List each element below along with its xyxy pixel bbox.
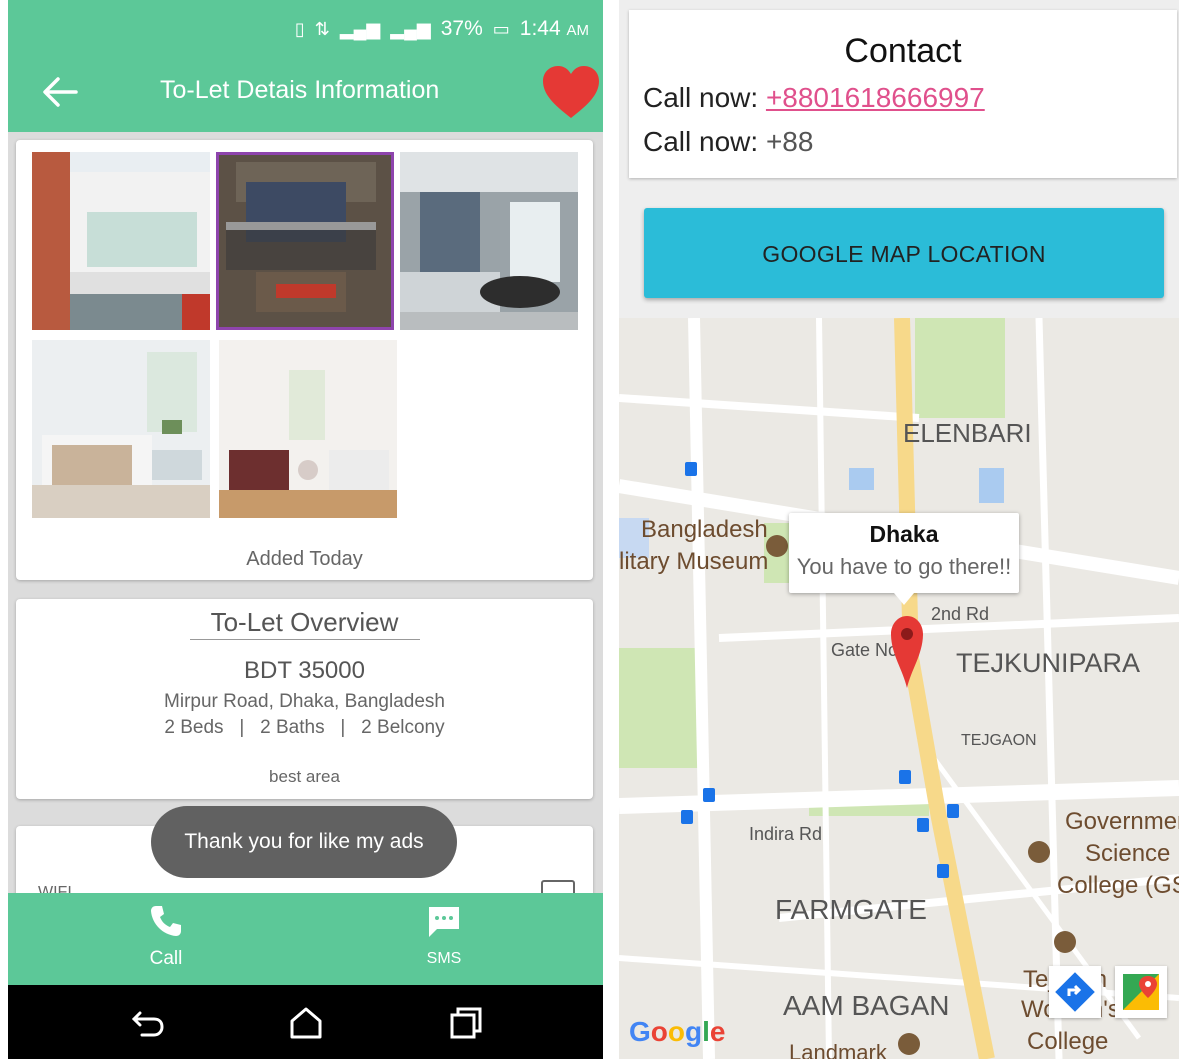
- map-label-tejgaon: TEJGAON: [961, 732, 1037, 749]
- map-label-elenbari: ELENBARI: [903, 418, 1032, 448]
- property-photo-4[interactable]: [32, 340, 210, 518]
- battery-percent: 37%: [440, 17, 483, 40]
- map-label-college-gsc: College (GSC: [1057, 872, 1179, 899]
- call-now-label-1: Call now:: [643, 82, 766, 113]
- open-in-maps-button[interactable]: [1115, 966, 1167, 1018]
- photo-gallery-card: Added Today: [16, 140, 593, 580]
- favorite-heart-icon[interactable]: [541, 64, 601, 120]
- signal-2-icon: ▂▄▆: [390, 18, 431, 39]
- map-label-science: Science: [1085, 840, 1171, 867]
- info-window-title: Dhaka: [869, 521, 939, 547]
- features-text: 2 Beds | 2 Baths | 2 Belcony: [164, 717, 445, 738]
- google-map-location-button[interactable]: GOOGLE MAP LOCATION: [644, 208, 1164, 298]
- back-arrow-icon[interactable]: [40, 70, 80, 123]
- address-text: Mirpur Road, Dhaka, Bangladesh: [164, 691, 445, 712]
- nav-back-icon[interactable]: [128, 1003, 168, 1043]
- phone-link-1[interactable]: +8801618666997: [766, 82, 985, 113]
- property-photo-5[interactable]: [219, 340, 397, 518]
- map-label-gate: Gate Nc: [831, 640, 898, 660]
- google-logo: Google: [629, 1016, 726, 1047]
- call-label: Call: [149, 948, 183, 969]
- property-photo-2[interactable]: [213, 149, 397, 333]
- system-nav-bar: [8, 985, 603, 1059]
- google-map[interactable]: ELENBARI Bangladesh litary Museum 2nd Rd…: [619, 317, 1179, 1059]
- map-label-landmark: Landmark: [789, 1040, 887, 1059]
- battery-icon: ▭: [492, 18, 510, 39]
- vibrate-icon: ▯: [294, 18, 305, 39]
- overview-title: To-Let Overview: [210, 607, 399, 637]
- phone-link-2[interactable]: +88: [766, 126, 814, 157]
- price-text: BDT 35000: [244, 657, 365, 684]
- contact-title: Contact: [844, 32, 962, 70]
- status-time: 1:44 AM: [519, 17, 589, 40]
- call-now-label-2: Call now:: [643, 126, 766, 157]
- signal-1-icon: ▂▄▆: [339, 18, 381, 39]
- sms-label: SMS: [426, 950, 462, 967]
- screenshot-root: ▯ ⇅ ▂▄▆ ▂▄▆ 37% ▭ 1:44 AM To-Let Detais …: [0, 0, 1179, 1059]
- added-date-text: Added Today: [246, 548, 363, 570]
- call-row-2: Call now: +88: [643, 126, 813, 158]
- status-bar: ▯ ⇅ ▂▄▆ ▂▄▆ 37% ▭ 1:44 AM: [8, 0, 603, 58]
- overview-divider: [190, 639, 420, 640]
- description-text: best area: [269, 767, 340, 786]
- phone-icon: [148, 906, 184, 943]
- map-label-tejkunipara: TEJKUNIPARA: [956, 648, 1141, 678]
- map-label-college: College: [1027, 1028, 1109, 1055]
- property-photo-1[interactable]: [32, 152, 210, 330]
- contact-map-screen: Contact Call now: +8801618666997 Call no…: [619, 0, 1179, 1059]
- contact-card: Contact Call now: +8801618666997 Call no…: [629, 10, 1177, 178]
- map-info-window[interactable]: Dhaka You have to go there!!: [789, 513, 1019, 605]
- nav-home-icon[interactable]: [286, 1003, 326, 1043]
- map-label-bangladesh: Bangladesh: [641, 516, 768, 543]
- data-transfer-icon: ⇅: [314, 18, 330, 39]
- map-label-government: Government: [1065, 808, 1179, 835]
- map-label-aam-bagan: AAM BAGAN: [783, 990, 950, 1021]
- map-label-farmgate: FARMGATE: [775, 894, 927, 925]
- toast-message: Thank you for like my ads: [151, 806, 457, 878]
- call-button[interactable]: Call: [106, 903, 226, 970]
- map-label-2nd-rd: 2nd Rd: [931, 604, 990, 624]
- app-bar: To-Let Detais Information: [8, 58, 603, 132]
- directions-button[interactable]: [1049, 966, 1101, 1018]
- tolet-details-screen: ▯ ⇅ ▂▄▆ ▂▄▆ 37% ▭ 1:44 AM To-Let Detais …: [8, 0, 603, 1059]
- sms-icon: [425, 907, 463, 945]
- page-title: To-Let Detais Information: [160, 76, 440, 104]
- info-window-tail: [894, 593, 914, 605]
- bottom-action-bar: Call SMS: [8, 893, 603, 985]
- map-label-museum: litary Museum: [619, 548, 769, 575]
- directions-icon: [1055, 972, 1095, 1012]
- map-marker-icon[interactable]: [889, 614, 925, 690]
- overview-card: To-Let Overview BDT 35000 Mirpur Road, D…: [16, 599, 593, 799]
- call-row-1: Call now: +8801618666997: [643, 82, 985, 114]
- map-label-indira-rd: Indira Rd: [749, 824, 823, 844]
- property-photo-3[interactable]: [400, 152, 578, 330]
- info-window-subtitle: You have to go there!!: [796, 554, 1012, 579]
- sms-button[interactable]: SMS: [384, 903, 504, 968]
- nav-recents-icon[interactable]: [446, 1003, 486, 1043]
- google-maps-icon: [1123, 974, 1159, 1010]
